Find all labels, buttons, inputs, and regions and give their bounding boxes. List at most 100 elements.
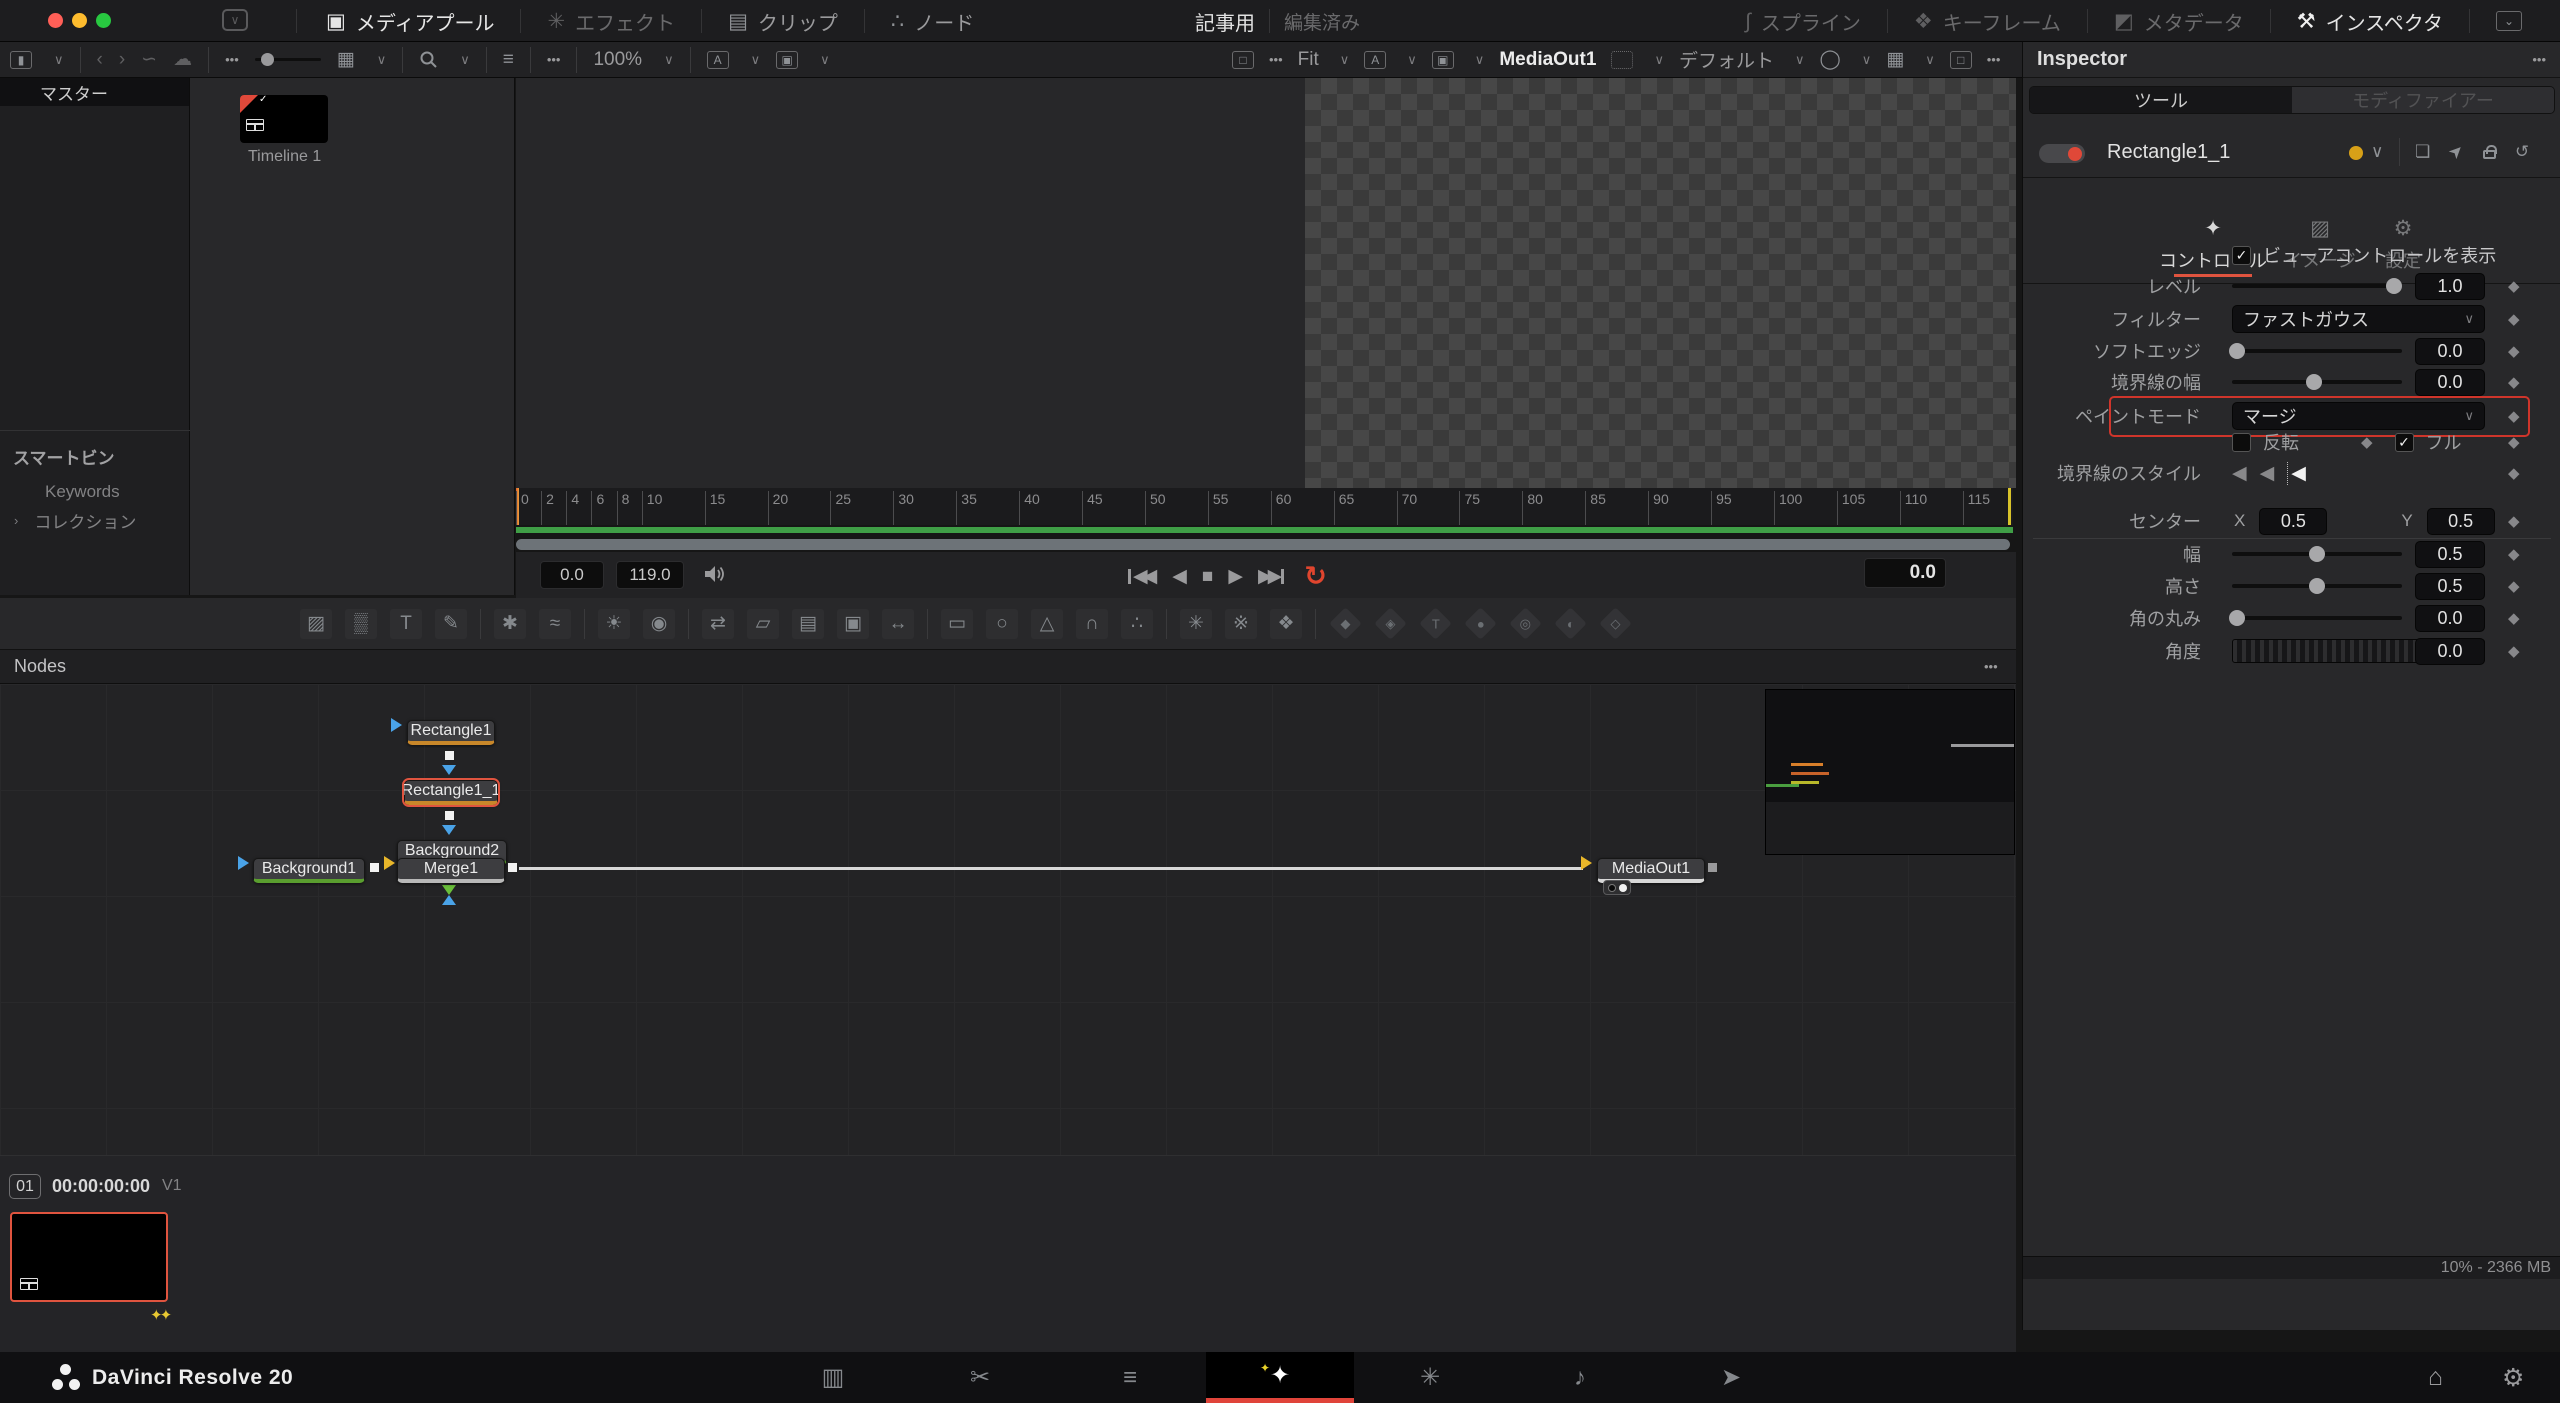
node-enable-toggle[interactable] — [2039, 144, 2085, 163]
viewer-lut-select[interactable]: デフォルト — [1679, 46, 1774, 73]
page-tab-media[interactable]: ▥ — [759, 1352, 907, 1403]
lock-icon[interactable] — [2483, 150, 2496, 159]
page-layout-toggle[interactable]: ∨ — [222, 9, 248, 31]
zoom-chevron-icon[interactable]: ∨ — [664, 52, 674, 68]
center-keyframe-icon[interactable]: ◆ — [2508, 512, 2520, 530]
current-frame-field[interactable]: 0.0 — [1864, 558, 1946, 588]
node-color-chevron-icon[interactable]: ∨ — [2371, 143, 2383, 160]
grid-view-icon[interactable]: ▦ — [337, 50, 355, 69]
timeline-scrollbar[interactable] — [516, 539, 2010, 550]
bin-more-icon[interactable]: ••• — [547, 52, 561, 67]
range-in-field[interactable]: 0.0 — [540, 561, 604, 589]
search-icon[interactable] — [419, 50, 438, 69]
tab-tools[interactable]: ツール — [2030, 87, 2292, 113]
node-color-dot[interactable] — [2349, 146, 2363, 160]
paint-mode-keyframe-icon[interactable]: ◆ — [2508, 407, 2520, 425]
viewer-source-name[interactable]: MediaOut1 — [1499, 49, 1596, 71]
particle-merge-tool-icon[interactable]: ※ — [1225, 609, 1257, 639]
toggle-metadata[interactable]: ◩ メタデータ — [2088, 0, 2270, 42]
corner-radius-keyframe-icon[interactable]: ◆ — [2508, 609, 2520, 627]
toggle-inspector[interactable]: ⚒ インスペクタ — [2271, 0, 2469, 42]
step-back-button[interactable]: ◀ — [1172, 565, 1182, 588]
border-style-round-button[interactable]: ◀ — [2260, 462, 2275, 485]
viewer-layer-chevron-icon[interactable]: ∨ — [1475, 52, 1485, 68]
color-curves-tool-icon[interactable]: ≈ — [539, 609, 571, 639]
thumbnail-size-slider[interactable] — [255, 58, 321, 61]
hue-curves-tool-icon[interactable]: ◉ — [643, 609, 675, 639]
sort-icon[interactable]: ≡ — [503, 50, 514, 69]
letterbox-tool-icon[interactable]: ▤ — [792, 609, 824, 639]
checker-toggle-icon[interactable]: ▦ — [1886, 50, 1904, 69]
viewer-zoom-level[interactable]: 100% — [593, 49, 642, 71]
loop-button[interactable]: ↻ — [1304, 561, 1327, 592]
lut-chevron-icon[interactable]: ∨ — [1795, 52, 1805, 68]
timeline-clip-label[interactable]: Timeline 1 — [248, 148, 321, 166]
checker-chevron-icon[interactable]: ∨ — [1925, 52, 1935, 68]
viewer-options-icon[interactable]: ••• — [1269, 52, 1283, 67]
timeline-ruler[interactable]: 0246810152025303540455055606570758085909… — [516, 488, 2013, 525]
node-merge1[interactable]: Merge1 — [397, 858, 505, 883]
timeline-clip-thumbnail[interactable]: ✓ — [240, 95, 328, 143]
toggle-effects[interactable]: ✳ エフェクト — [521, 0, 701, 42]
invert-keyframe-icon[interactable]: ◆ — [2361, 433, 2373, 451]
rectangle1-output-pin[interactable] — [444, 750, 455, 761]
filter-dropdown[interactable]: ファストガウス ∨ — [2232, 305, 2485, 333]
background-tool-icon[interactable]: ▨ — [300, 609, 332, 639]
camera-3d-tool-icon[interactable]: ◎ — [1509, 609, 1541, 639]
goto-end-button[interactable]: ▶▶ — [1258, 565, 1284, 588]
roi-icon[interactable] — [1611, 51, 1633, 69]
close-window-button[interactable] — [48, 13, 63, 28]
collections-chevron-icon[interactable]: › — [14, 513, 18, 528]
stop-button[interactable]: ■ — [1202, 566, 1208, 588]
bin-collections[interactable]: コレクション — [34, 508, 136, 533]
more-options-icon[interactable]: ••• — [225, 52, 239, 67]
page-tab-cut[interactable]: ✂ — [906, 1352, 1054, 1403]
annotation-icon[interactable]: A — [707, 51, 729, 69]
viewer-box-icon[interactable]: □ — [1232, 51, 1254, 69]
play-button[interactable]: ▶ — [1228, 565, 1238, 588]
corner-radius-slider[interactable] — [2232, 616, 2402, 620]
soft-edge-keyframe-icon[interactable]: ◆ — [2508, 342, 2520, 360]
dve-tool-icon[interactable]: ▱ — [747, 609, 779, 639]
minimize-window-button[interactable] — [72, 13, 87, 28]
copy-settings-icon[interactable]: ❏ — [2415, 143, 2430, 160]
height-keyframe-icon[interactable]: ◆ — [2508, 577, 2520, 595]
paint-tool-icon[interactable]: ✎ — [435, 609, 467, 639]
nodes-options-icon[interactable]: ••• — [1984, 659, 1998, 674]
cloud-sync-icon[interactable]: ☁ — [173, 50, 192, 69]
toggle-media-pool[interactable]: ▣ メディアプール — [300, 0, 520, 42]
page-tab-edit[interactable]: ≡ — [1056, 1352, 1204, 1403]
grid-view-chevron-icon[interactable]: ∨ — [377, 52, 387, 68]
border-width-keyframe-icon[interactable]: ◆ — [2508, 373, 2520, 391]
viewer-annotation-chevron-icon[interactable]: ∨ — [1407, 52, 1417, 68]
bin-keywords[interactable]: Keywords — [45, 482, 120, 502]
blur-tool-icon[interactable]: ✱ — [494, 609, 526, 639]
transform-tool-icon[interactable]: ⇄ — [702, 609, 734, 639]
toggle-clips[interactable]: ▤ クリップ — [702, 0, 864, 42]
soft-edge-slider[interactable] — [2232, 349, 2402, 353]
node-background1[interactable]: Background1 — [253, 858, 365, 883]
fit-chevron-icon[interactable]: ∨ — [1340, 52, 1350, 68]
border-style-bevel-button[interactable]: ◀ — [2232, 462, 2247, 485]
overlay-chevron-icon[interactable]: ∨ — [820, 52, 830, 68]
roi-chevron-icon[interactable]: ∨ — [1654, 52, 1664, 68]
expand-viewer-icon[interactable]: □ — [1950, 51, 1972, 69]
maximize-window-button[interactable] — [96, 13, 111, 28]
invert-checkbox[interactable] — [2232, 433, 2251, 452]
merge-3d-tool-icon[interactable]: ● — [1464, 609, 1496, 639]
range-out-field[interactable]: 119.0 — [616, 561, 684, 589]
wheel-chevron-icon[interactable]: ∨ — [1862, 52, 1872, 68]
page-tab-deliver[interactable]: ➤ — [1657, 1352, 1805, 1403]
resize-tool-icon[interactable]: ↔ — [882, 609, 914, 639]
bin-view-icon[interactable]: ▮ — [10, 51, 32, 69]
spline-preview-thumbnail[interactable] — [1765, 689, 2015, 855]
overlay-icon[interactable]: ▣ — [776, 51, 798, 69]
home-icon[interactable]: ⌂ — [2428, 1363, 2443, 1392]
search-chevron-icon[interactable]: ∨ — [460, 52, 470, 68]
height-slider[interactable] — [2232, 584, 2402, 588]
border-width-slider[interactable] — [2232, 380, 2402, 384]
toggle-nodes[interactable]: ∴ ノード — [865, 0, 1000, 42]
node-rectangle1[interactable]: Rectangle1 — [407, 720, 495, 745]
corner-radius-value[interactable]: 0.0 — [2415, 605, 2485, 632]
color-wheel-icon[interactable]: ◯ — [1819, 50, 1840, 69]
